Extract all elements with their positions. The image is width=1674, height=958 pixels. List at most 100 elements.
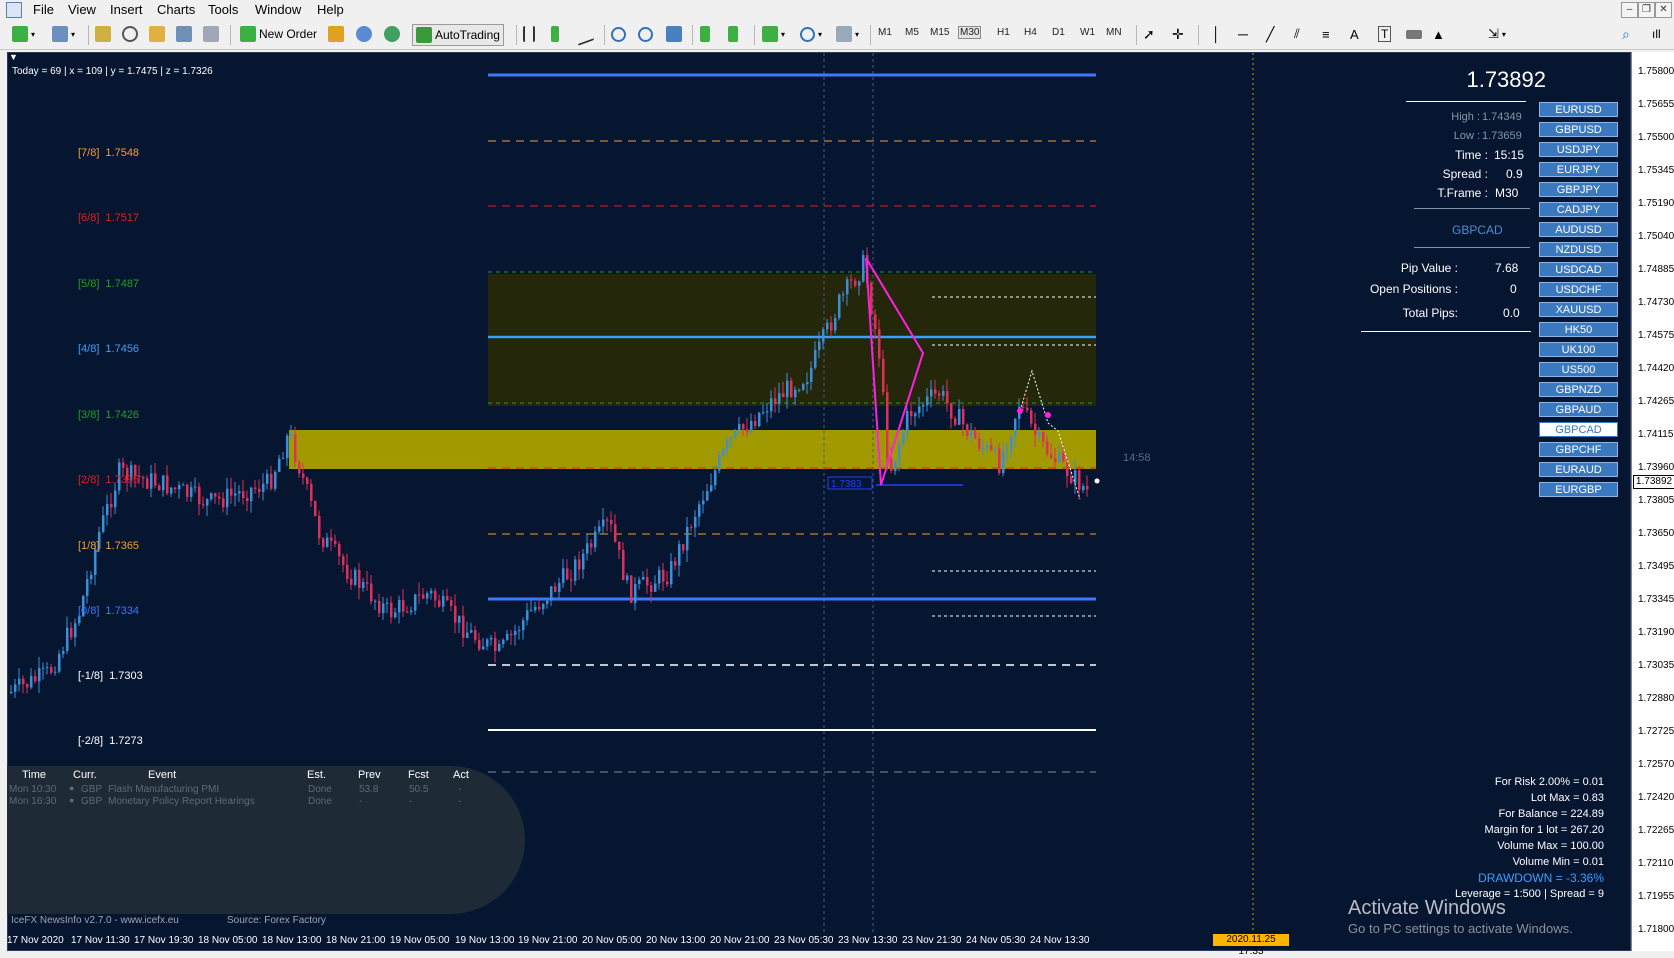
new-order-button[interactable]: New Order [240,24,317,44]
price-scale[interactable]: 1.75800 1.75655 1.75500 1.75345 1.75190 1.750… [1631,52,1674,951]
tf-m5[interactable]: M5 [905,27,919,38]
bar-chart-icon[interactable] [523,24,535,44]
symbol-button-uk100[interactable]: UK100 [1539,342,1618,357]
symbol-button-gbpchf[interactable]: GBPCHF [1539,442,1618,457]
periods-icon[interactable]: ▾ [800,24,822,44]
tf-m1[interactable]: M1 [878,27,892,38]
tf-h1[interactable]: H1 [997,27,1010,38]
candle-body [482,646,485,650]
menu-file[interactable]: File [33,2,54,17]
tile-windows-icon[interactable] [666,24,682,44]
candle-body [774,398,777,405]
fibonacci-icon[interactable]: ≡ [1322,24,1330,44]
vps-icon[interactable] [384,24,400,44]
candle-body [1078,470,1081,491]
candle-body [734,429,737,438]
candle-body [210,493,213,500]
candle-body [562,568,565,583]
tf-mn[interactable]: MN [1106,27,1122,38]
tf-h4[interactable]: H4 [1024,27,1037,38]
symbol-button-eurusd[interactable]: EURUSD [1539,102,1618,117]
menu-help[interactable]: Help [317,2,344,17]
chart-shift-icon[interactable] [728,24,738,44]
symbol-button-xauusd[interactable]: XAUUSD [1539,302,1618,317]
horizontal-line-icon[interactable]: ─ [1238,24,1248,44]
tf-m30[interactable]: M30 [958,26,982,39]
data-window-icon[interactable] [122,24,138,44]
symbol-button-gbpcad[interactable]: GBPCAD [1539,422,1618,437]
menu-insert[interactable]: Insert [110,2,143,17]
zoom-out-icon[interactable] [638,24,653,44]
menu-view[interactable]: View [68,2,96,17]
candle-body [582,553,585,570]
autotrading-button[interactable]: AutoTrading [412,24,504,46]
candle-body [622,549,625,581]
symbol-button-audusd[interactable]: AUDUSD [1539,222,1618,237]
minimize-icon[interactable]: – [1621,2,1638,18]
candle-body [750,421,753,433]
equidistant-channel-icon[interactable]: ⫽ [1294,24,1300,44]
candle-body [358,569,361,588]
metaeditor-icon[interactable] [328,24,344,44]
templates-icon[interactable]: ▾ [836,24,859,44]
menu-charts[interactable]: Charts [157,2,195,17]
symbol-button-cadjpy[interactable]: CADJPY [1539,202,1618,217]
symbol-button-gbpnzd[interactable]: GBPNZD [1539,382,1618,397]
search-icon[interactable]: ⌕ [1622,24,1630,44]
candle-body [558,582,561,592]
terminal-icon[interactable] [176,24,192,44]
app-icon[interactable] [6,2,22,18]
symbol-button-nzdusd[interactable]: NZDUSD [1539,242,1618,257]
text-icon[interactable]: A [1350,24,1359,44]
restore-icon[interactable]: ❐ [1638,2,1655,18]
trendline-icon[interactable]: ╱ [1266,24,1274,44]
new-chart-icon[interactable]: ▾ [12,24,35,44]
risk-line-6: Volume Min = 0.01 [1512,856,1604,868]
symbol-button-gbpaud[interactable]: GBPAUD [1539,402,1618,417]
text-label-icon[interactable]: T [1378,24,1392,44]
candle-body [890,458,893,471]
navigator-icon[interactable] [149,24,165,44]
candle-body [574,559,577,581]
tf-d1[interactable]: D1 [1052,27,1065,38]
symbol-button-us500[interactable]: US500 [1539,362,1618,377]
candlestick-icon[interactable] [551,24,559,44]
tf-w1[interactable]: W1 [1080,27,1095,38]
crosshair-icon[interactable]: ✛ [1172,24,1184,44]
signals-icon[interactable] [356,24,372,44]
strategy-tester-icon[interactable] [203,24,219,44]
candle-body [34,676,37,682]
candle-body [218,496,221,499]
menu-window[interactable]: Window [255,2,301,17]
candle-body [822,329,825,342]
close-icon[interactable]: ✕ [1655,2,1672,18]
cursor-icon[interactable]: ➚ [1143,24,1155,44]
market-watch-icon[interactable] [95,24,111,44]
symbol-button-euraud[interactable]: EURAUD [1539,462,1618,477]
symbol-button-usdcad[interactable]: USDCAD [1539,262,1618,277]
news-header-fcst: Fcst [408,769,429,781]
symbol-button-hk50[interactable]: HK50 [1539,322,1618,337]
arrows-icon[interactable]: ⇲ ▾ [1488,24,1506,44]
profiles-icon[interactable]: ▾ [52,24,75,44]
news-header-event: Event [148,769,177,781]
murrey-level-value: 1.7365 [105,540,140,552]
auto-scroll-icon[interactable] [700,24,710,44]
vertical-line-icon[interactable]: │ [1212,24,1221,44]
chart-menu-arrow[interactable]: ▼ [9,52,18,62]
menu-tools[interactable]: Tools [208,2,238,17]
drawdown: DRAWDOWN = -3.36% [1478,871,1604,885]
symbol-button-gbpusd[interactable]: GBPUSD [1539,122,1618,137]
symbol-button-eurjpy[interactable]: EURJPY [1539,162,1618,177]
price-label: 1.73035 [1638,660,1674,671]
symbol-button-usdchf[interactable]: USDCHF [1539,282,1618,297]
triangle-icon[interactable]: ▲ [1432,24,1445,44]
symbol-button-eurgbp[interactable]: EURGBP [1539,482,1618,497]
line-chart-icon[interactable] [578,22,594,46]
tf-m15[interactable]: M15 [930,27,949,38]
rectangle-icon[interactable] [1406,24,1422,44]
indicators-icon[interactable]: ▾ [762,24,785,44]
zoom-in-icon[interactable] [611,24,626,44]
symbol-button-usdjpy[interactable]: USDJPY [1539,142,1618,157]
symbol-button-gbpjpy[interactable]: GBPJPY [1539,182,1618,197]
